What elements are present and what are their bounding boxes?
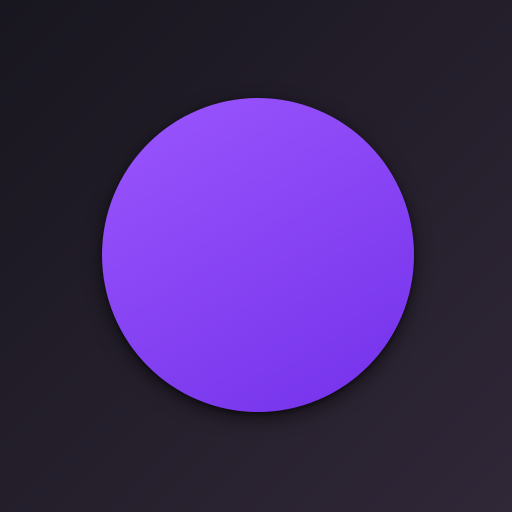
canvas-background	[0, 0, 512, 512]
purple-circle	[102, 98, 414, 412]
